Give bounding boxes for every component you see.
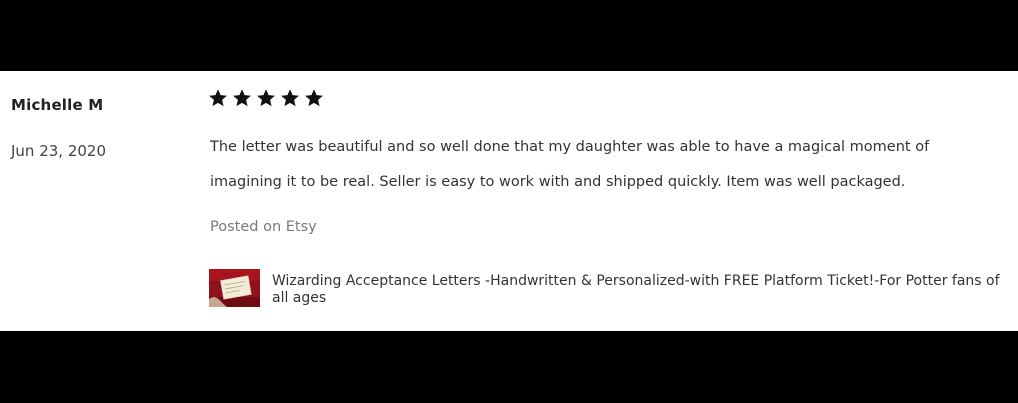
star-icon xyxy=(257,89,275,107)
star-icon xyxy=(209,89,227,107)
star-rating xyxy=(208,88,324,108)
reviewer-name[interactable]: Michelle M xyxy=(11,96,103,114)
star-icon xyxy=(305,89,323,107)
letterbox-top xyxy=(0,0,1018,71)
star-icon xyxy=(233,89,251,107)
item-title-link[interactable]: Wizarding Acceptance Letters -Handwritte… xyxy=(272,273,1007,307)
posted-on-label: Posted on Etsy xyxy=(210,219,317,235)
review-date: Jun 23, 2020 xyxy=(11,142,107,160)
letterbox-bottom xyxy=(0,331,1018,403)
review-text: The letter was beautiful and so well don… xyxy=(210,139,930,190)
star-icon xyxy=(281,89,299,107)
letter-thumbnail-icon[interactable] xyxy=(209,269,260,307)
